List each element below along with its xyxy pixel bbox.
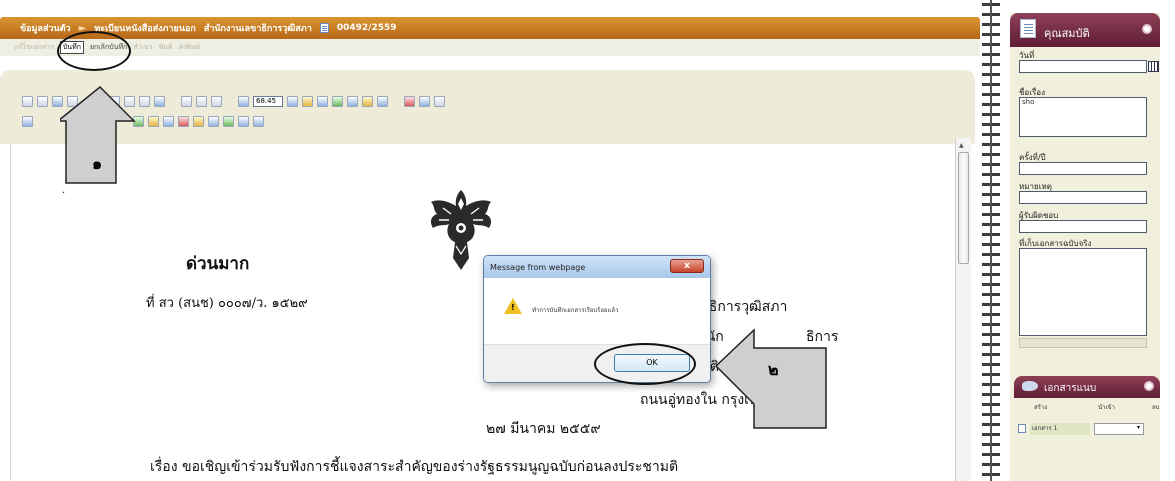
- times-field[interactable]: [1019, 162, 1147, 175]
- file-icon: [1018, 424, 1026, 433]
- step-number-1: ๑: [92, 154, 103, 173]
- info-icon[interactable]: [434, 96, 445, 107]
- margin-mark: ·: [62, 188, 66, 199]
- select-area-icon[interactable]: [211, 96, 222, 107]
- scrollbar-thumb[interactable]: [958, 152, 969, 264]
- attachment-select[interactable]: ▾: [1094, 423, 1144, 435]
- window-icon[interactable]: [419, 96, 430, 107]
- spiral-divider: [982, 0, 1000, 481]
- arrow-tool-icon[interactable]: [22, 116, 33, 127]
- zoom-level-field[interactable]: 68.45: [253, 96, 283, 107]
- close-view-icon[interactable]: [404, 96, 415, 107]
- document-menu: แก้ไขเอกสาร บันทึก ยกเลิกบันทึก สำเนา พิ…: [0, 39, 980, 56]
- scroll-up-icon[interactable]: ▲: [959, 142, 964, 149]
- menu-copy[interactable]: สำเนา: [133, 42, 152, 53]
- highlight-ellipse-save: [57, 31, 131, 71]
- properties-doc-icon: [1020, 19, 1036, 38]
- warning-mark: !: [511, 303, 515, 312]
- thumbnail-icon[interactable]: [139, 96, 150, 107]
- dialog-titlebar[interactable]: Message from webpage x: [484, 256, 710, 278]
- zoom-out-icon[interactable]: [238, 96, 249, 107]
- owner-field[interactable]: [1019, 220, 1147, 233]
- date-field[interactable]: [1019, 60, 1147, 73]
- storage-field[interactable]: [1019, 248, 1147, 336]
- urgency-heading: ด่วนมาก: [186, 254, 250, 274]
- calendar-icon[interactable]: [1148, 61, 1159, 72]
- dialog-close-button[interactable]: x: [670, 259, 704, 273]
- crop-tool-icon[interactable]: [253, 116, 264, 127]
- document-subject: เรื่อง ขอเชิญเข้าร่วมรับฟังการชี้แจงสาระ…: [150, 459, 679, 475]
- pointer-icon[interactable]: [181, 96, 192, 107]
- col-delete[interactable]: ลบ: [1152, 402, 1160, 412]
- breadcrumb-bar: ข้อมูลส่วนตัว ► ทะเบียนหนังสือส่งภายนอก …: [0, 17, 980, 39]
- find-icon[interactable]: [317, 96, 328, 107]
- fit-page-icon[interactable]: [22, 96, 33, 107]
- zoom-in-icon[interactable]: [287, 96, 298, 107]
- sign-tool-icon[interactable]: [223, 116, 234, 127]
- highlight-icon[interactable]: [362, 96, 373, 107]
- attachments-header: เอกสารแนบ: [1014, 376, 1160, 398]
- dialog-body: ! ทำการบันทึกเอกสารเรียบร้อยแล้ว: [484, 278, 710, 344]
- collapse-panel-button[interactable]: [1142, 24, 1152, 34]
- fit-width-icon[interactable]: [37, 96, 48, 107]
- breadcrumb-office: สำนักงานเลขาธิการวุฒิสภา: [203, 24, 312, 34]
- panel-hscrollbar[interactable]: [1019, 338, 1147, 348]
- ellipse-tool-icon[interactable]: [178, 116, 189, 127]
- menu-send-print[interactable]: ส่งพิมพ์: [178, 42, 200, 53]
- col-create[interactable]: สร้าง: [1034, 402, 1047, 412]
- image-tool-icon[interactable]: [208, 116, 219, 127]
- highlight-ellipse-ok: [594, 343, 696, 385]
- menu-print[interactable]: พิมพ์: [159, 42, 173, 53]
- rotate-icon[interactable]: [302, 96, 313, 107]
- note-tool-icon[interactable]: [193, 116, 204, 127]
- step-number-2: ๒: [768, 360, 779, 379]
- note-field[interactable]: [1019, 191, 1147, 204]
- attachments-columns: สร้าง นำเข้า ลบ: [1014, 400, 1160, 412]
- properties-header: คุณสมบัติ: [1010, 13, 1160, 47]
- attachment-icon: [1022, 381, 1038, 391]
- viewer-toolbar: 68.45: [0, 70, 975, 144]
- attachments-title: เอกสารแนบ: [1044, 383, 1097, 394]
- document-date: ๒๗ มีนาคม ๒๕๕๙: [486, 421, 601, 437]
- col-import[interactable]: นำเข้า: [1098, 402, 1115, 412]
- line-tool-icon[interactable]: [148, 116, 159, 127]
- dialog-message: ทำการบันทึกเอกสารเรียบร้อยแล้ว: [532, 307, 619, 314]
- document-icon: [319, 23, 329, 33]
- breadcrumb-personal[interactable]: ข้อมูลส่วนตัว: [20, 21, 71, 35]
- dialog-title: Message from webpage: [490, 262, 586, 272]
- annotation-icon[interactable]: [332, 96, 343, 107]
- page-view-icon[interactable]: [154, 96, 165, 107]
- toolbar-row-2: [22, 116, 264, 127]
- screen: ข้อมูลส่วนตัว ► ทะเบียนหนังสือส่งภายนอก …: [0, 0, 1175, 481]
- properties-title: คุณสมบัติ: [1044, 27, 1090, 40]
- spacer-band: [0, 56, 980, 70]
- document-number: 00492/2559: [336, 23, 397, 33]
- erase-tool-icon[interactable]: [238, 116, 249, 127]
- attachment-item[interactable]: เอกสาร 1: [1030, 423, 1090, 435]
- stamp-icon[interactable]: [347, 96, 358, 107]
- reference-number: ที่ สว (สนช) ๐๐๐๗/ว. ๑๕๒๙: [146, 296, 308, 311]
- rect-tool-icon[interactable]: [163, 116, 174, 127]
- print-icon[interactable]: [377, 96, 388, 107]
- document-scrollbar[interactable]: ▲: [955, 138, 971, 481]
- hand-icon[interactable]: [196, 96, 207, 107]
- subject-field[interactable]: sho: [1019, 97, 1147, 137]
- menu-edit-document[interactable]: แก้ไขเอกสาร: [14, 42, 54, 53]
- collapse-attachments-button[interactable]: [1144, 381, 1154, 391]
